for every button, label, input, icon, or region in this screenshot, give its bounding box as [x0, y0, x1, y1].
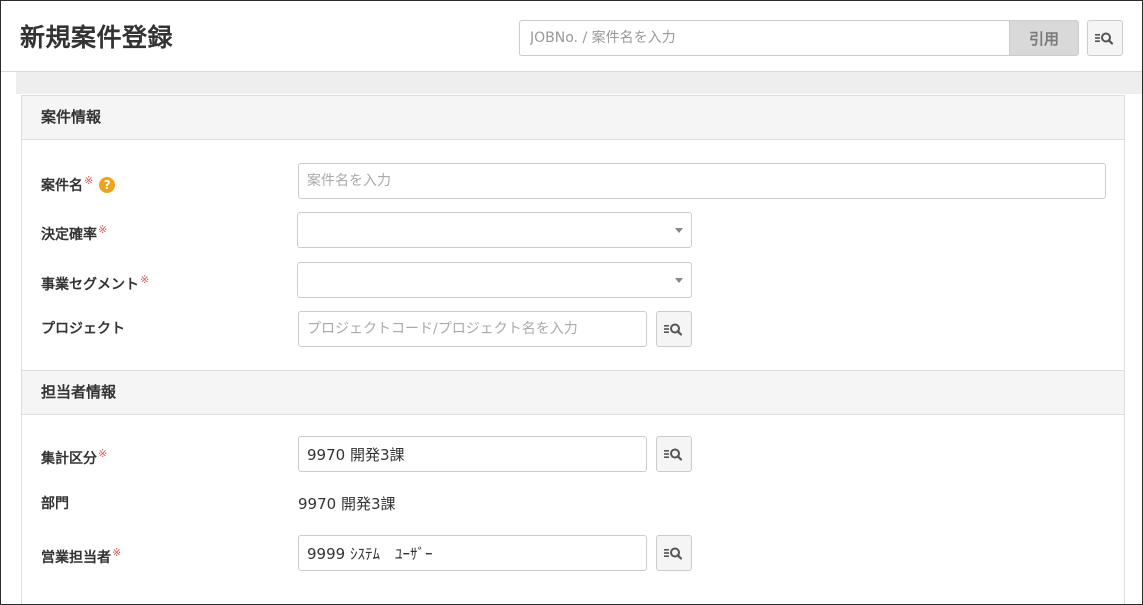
case-name-input[interactable]	[298, 163, 1106, 199]
list-search-icon	[664, 547, 683, 560]
aggregation-lookup-button[interactable]	[656, 436, 692, 472]
project-label: プロジェクト	[41, 321, 125, 337]
job-search-group: 引用	[519, 20, 1079, 56]
row-case-name: 案件名※?	[22, 163, 1124, 199]
project-input[interactable]	[298, 311, 647, 347]
required-mark: ※	[140, 273, 150, 286]
segment-label: 事業セグメント※	[41, 270, 149, 295]
segment-select[interactable]	[297, 262, 692, 298]
required-mark: ※	[84, 174, 94, 187]
form-panel: 案件情報 案件名※? 決定確率※ 事業セグメント※	[21, 95, 1125, 604]
aggregation-label: 集計区分※	[41, 444, 107, 469]
case-name-label-text: 案件名	[41, 178, 83, 194]
sales-rep-label: 営業担当者※	[41, 543, 121, 568]
page-header: 新規案件登録 引用	[1, 1, 1142, 72]
app-window: 新規案件登録 引用 案件情報 案件名※?	[0, 0, 1143, 605]
list-search-icon	[664, 323, 683, 336]
probability-label-text: 決定確率	[41, 227, 97, 243]
row-department: 部門 9970 開発3課	[22, 486, 1124, 522]
required-mark: ※	[98, 223, 108, 236]
project-lookup-button[interactable]	[656, 311, 692, 347]
row-project: プロジェクト	[22, 311, 1124, 347]
job-lookup-button[interactable]	[1087, 20, 1123, 56]
list-search-icon	[664, 448, 683, 461]
row-probability: 決定確率※	[22, 212, 1124, 248]
aggregation-label-text: 集計区分	[41, 451, 97, 467]
probability-label: 決定確率※	[41, 220, 107, 245]
sales-rep-label-text: 営業担当者	[41, 550, 111, 566]
job-search-input[interactable]	[519, 20, 1009, 56]
probability-select[interactable]	[297, 212, 692, 248]
required-mark: ※	[112, 546, 122, 559]
content-band	[16, 72, 1142, 94]
required-mark: ※	[98, 447, 108, 460]
sales-rep-lookup-button[interactable]	[656, 535, 692, 571]
aggregation-input[interactable]	[298, 436, 647, 472]
section-header-person-info: 担当者情報	[22, 370, 1124, 415]
row-segment: 事業セグメント※	[22, 262, 1124, 298]
case-name-label: 案件名※?	[41, 171, 116, 196]
question-circle-icon[interactable]: ?	[99, 177, 116, 193]
section-header-case-info: 案件情報	[22, 96, 1124, 140]
sales-rep-input[interactable]	[298, 535, 647, 571]
caret-down-icon	[675, 228, 683, 233]
row-aggregation: 集計区分※	[22, 436, 1124, 472]
list-search-icon	[1095, 32, 1114, 45]
department-label: 部門	[41, 496, 69, 512]
cite-button[interactable]: 引用	[1009, 20, 1079, 56]
department-value: 9970 開発3課	[298, 495, 396, 513]
page-title: 新規案件登録	[20, 23, 174, 52]
segment-label-text: 事業セグメント	[41, 277, 139, 293]
row-sales-rep: 営業担当者※	[22, 535, 1124, 571]
caret-down-icon	[675, 278, 683, 283]
